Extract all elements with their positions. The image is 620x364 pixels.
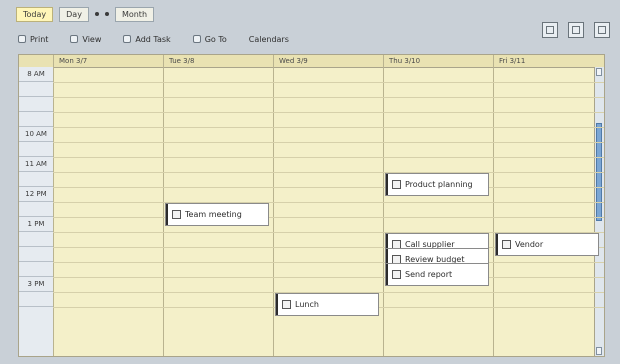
event-label: Team meeting: [185, 210, 242, 219]
event-label: Vendor: [515, 240, 544, 249]
list-view-icon[interactable]: [542, 22, 558, 38]
calendar-grid: Mon 3/7 Tue 3/8 Wed 3/9 Thu 3/10 Fri 3/11 8 …: [18, 54, 605, 357]
calendars-button[interactable]: Calendars: [249, 35, 289, 44]
scroll-up-arrow-icon[interactable]: [596, 68, 602, 76]
time-slot: [19, 112, 53, 127]
event-icon: [392, 270, 401, 279]
time-slot: 12 PM: [19, 187, 53, 202]
time-slot-divider: [53, 202, 604, 203]
calendar-event[interactable]: Lunch: [275, 293, 379, 316]
time-slot: [19, 97, 53, 112]
time-slot-divider: [53, 217, 604, 218]
calendar-event[interactable]: Send report: [385, 263, 489, 286]
time-slot: 11 AM: [19, 157, 53, 172]
view-switcher: [542, 22, 610, 38]
event-label: Lunch: [295, 300, 319, 309]
time-slot: [19, 172, 53, 187]
main-toolbar: Print View Add Task Go To Calendars: [18, 30, 608, 48]
day-header: Tue 3/8: [169, 57, 195, 65]
add-task-button[interactable]: Add Task: [123, 35, 171, 44]
time-slot-divider: [53, 142, 604, 143]
time-slot-divider: [53, 277, 604, 278]
month-view-icon[interactable]: [594, 22, 610, 38]
time-slot: [19, 292, 53, 307]
calendar-event[interactable]: Product planning: [385, 173, 489, 196]
day-column-divider: [53, 55, 54, 356]
time-column: 8 AM 10 AM 11 AM 12 PM 1 PM 3 PM: [19, 67, 54, 356]
day-header: Thu 3/10: [389, 57, 421, 65]
view-button[interactable]: View: [70, 35, 101, 44]
event-accent-bar: [386, 264, 388, 285]
time-slot-divider: [53, 112, 604, 113]
event-accent-bar: [386, 174, 388, 195]
calendar-window: Today Day Month Print View Add Task Go T…: [0, 0, 620, 364]
day-column-divider: [163, 55, 164, 356]
dot-icon: [104, 12, 109, 16]
time-slot: [19, 247, 53, 262]
time-slot-divider: [53, 157, 604, 158]
time-slot: [19, 262, 53, 277]
time-slot-divider: [53, 97, 604, 98]
tab-today[interactable]: Today: [16, 6, 54, 22]
print-icon: [18, 35, 26, 43]
view-icon: [70, 35, 79, 43]
time-slot: 10 AM: [19, 127, 53, 142]
day-header: Wed 3/9: [279, 57, 308, 65]
time-slot-divider: [53, 127, 604, 128]
event-accent-bar: [276, 294, 278, 315]
tab-day[interactable]: Day: [59, 6, 89, 22]
add-task-icon: [123, 35, 132, 43]
event-label: Product planning: [405, 180, 473, 189]
time-slot: [19, 202, 53, 217]
day-header: Mon 3/7: [59, 57, 88, 65]
event-accent-bar: [166, 204, 168, 225]
time-slot: [19, 232, 53, 247]
time-slot: 8 AM: [19, 67, 53, 82]
day-column-divider: [273, 55, 274, 356]
day-column-divider: [493, 55, 494, 356]
week-view-icon[interactable]: [568, 22, 584, 38]
vertical-scrollbar[interactable]: [594, 67, 604, 356]
time-slot: [19, 82, 53, 97]
time-slot-divider: [53, 262, 604, 263]
event-accent-bar: [496, 234, 498, 255]
time-slot: [19, 142, 53, 157]
top-tabs: Today Day Month: [16, 6, 366, 22]
event-label: Send report: [405, 270, 453, 279]
day-header: Fri 3/11: [499, 57, 526, 65]
scroll-down-arrow-icon[interactable]: [596, 347, 602, 355]
go-to-icon: [192, 35, 201, 43]
event-icon: [172, 210, 181, 219]
day-headers: Mon 3/7 Tue 3/8 Wed 3/9 Thu 3/10 Fri 3/11: [19, 55, 604, 68]
event-icon: [392, 180, 401, 189]
time-slot-divider: [53, 187, 604, 188]
time-slot: 1 PM: [19, 217, 53, 232]
calendar-event[interactable]: Vendor: [495, 233, 599, 256]
print-button[interactable]: Print: [18, 35, 48, 44]
time-slot: 3 PM: [19, 277, 53, 292]
event-icon: [502, 240, 511, 249]
day-column-divider: [383, 55, 384, 356]
calendar-event[interactable]: Team meeting: [165, 203, 269, 226]
tab-month[interactable]: Month: [114, 6, 155, 22]
go-to-button[interactable]: Go To: [192, 35, 227, 44]
time-slot-divider: [53, 82, 604, 83]
dot-icon: [94, 12, 99, 16]
event-icon: [282, 300, 291, 309]
time-slot-divider: [53, 172, 604, 173]
